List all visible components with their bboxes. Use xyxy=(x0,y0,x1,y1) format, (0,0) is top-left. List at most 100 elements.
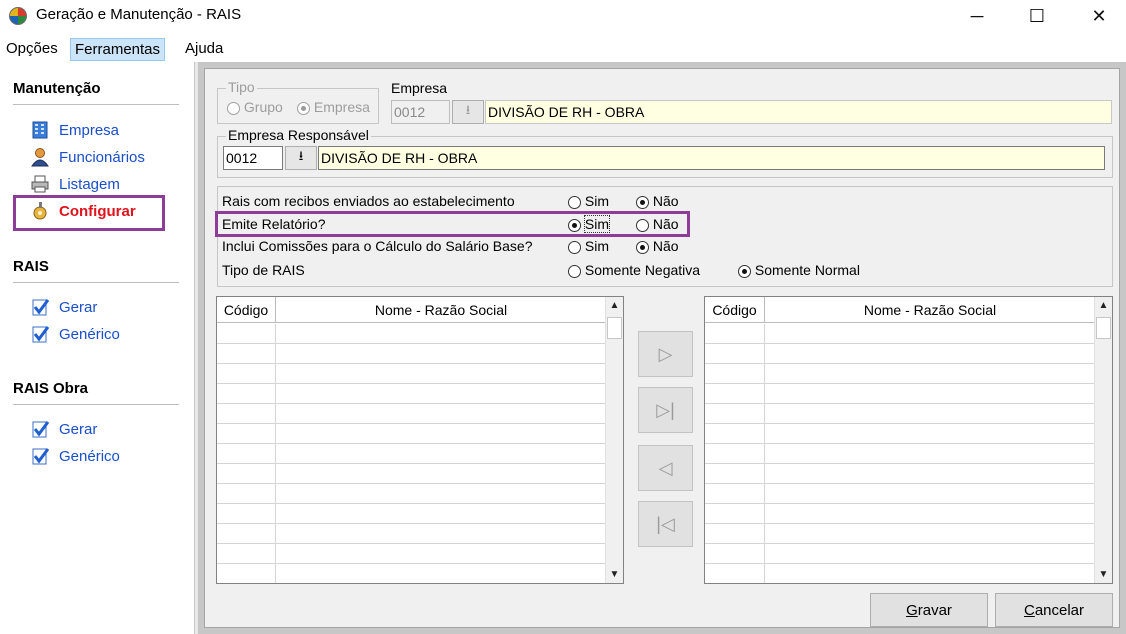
radio-label: Somente Normal xyxy=(754,262,860,278)
sidebar-item-obra-gerar[interactable]: Gerar xyxy=(30,418,97,440)
radio-label: Sim xyxy=(584,238,610,254)
table-row[interactable] xyxy=(705,524,1095,544)
table-row[interactable] xyxy=(705,464,1095,484)
radio[interactable] xyxy=(738,264,751,278)
minimize-button[interactable]: ─ xyxy=(954,0,1000,32)
table-row[interactable] xyxy=(705,504,1095,524)
option-comissoes-sim[interactable]: Sim xyxy=(568,238,609,254)
table-row[interactable] xyxy=(217,524,606,544)
table-cell xyxy=(217,544,276,564)
close-button[interactable]: ✕ xyxy=(1076,0,1122,32)
radio[interactable] xyxy=(568,195,581,209)
column-header-nome[interactable]: Nome - Razão Social xyxy=(765,297,1095,323)
radio-empresa[interactable] xyxy=(297,101,310,115)
table-row[interactable] xyxy=(705,544,1095,564)
table-row[interactable] xyxy=(705,564,1095,583)
radio[interactable] xyxy=(636,240,649,254)
option-recibos-sim[interactable]: Sim xyxy=(568,193,609,209)
column-header-codigo[interactable]: Código xyxy=(217,297,276,323)
menu-opcoes[interactable]: Opções xyxy=(2,38,62,61)
table-row[interactable] xyxy=(217,384,606,404)
column-header-codigo[interactable]: Código xyxy=(705,297,765,323)
tipo-empresa-option[interactable]: Empresa xyxy=(297,99,370,115)
table-cell xyxy=(217,564,276,583)
option-recibos-nao[interactable]: Não xyxy=(636,193,679,209)
table-cell xyxy=(765,464,1095,484)
table-row[interactable] xyxy=(705,424,1095,444)
empresa-code-field[interactable]: 0012 xyxy=(391,100,450,124)
table-row[interactable] xyxy=(217,564,606,583)
save-label: ravar xyxy=(917,601,952,619)
table-row[interactable] xyxy=(217,424,606,444)
table-row[interactable] xyxy=(217,464,606,484)
sidebar-item-rais-generico[interactable]: Genérico xyxy=(30,323,120,345)
table-row[interactable] xyxy=(705,364,1095,384)
table-row[interactable] xyxy=(217,344,606,364)
radio[interactable] xyxy=(568,240,581,254)
table-row[interactable] xyxy=(705,484,1095,504)
vertical-scrollbar[interactable]: ▲ ▼ xyxy=(1094,297,1112,583)
sidebar-item-rais-gerar[interactable]: Gerar xyxy=(30,296,97,318)
cancel-label: ancelar xyxy=(1034,601,1085,619)
building-icon xyxy=(30,120,50,140)
responsavel-code-field[interactable]: 0012 xyxy=(223,146,283,170)
scroll-down-icon[interactable]: ▼ xyxy=(1095,566,1112,583)
save-button[interactable]: Gravar xyxy=(870,593,988,627)
responsavel-lookup-button[interactable]: ⭳ xyxy=(285,146,317,170)
scroll-down-icon[interactable]: ▼ xyxy=(606,566,623,583)
table-cell xyxy=(705,424,765,444)
table-cell xyxy=(276,564,606,583)
radio[interactable] xyxy=(568,264,581,278)
tipo-grupo-option[interactable]: Grupo xyxy=(227,99,283,115)
table-row[interactable] xyxy=(705,324,1095,344)
radio[interactable] xyxy=(636,195,649,209)
empresa-lookup-button[interactable]: ⭳ xyxy=(452,100,484,124)
table-row[interactable] xyxy=(217,444,606,464)
column-header-nome[interactable]: Nome - Razão Social xyxy=(276,297,606,323)
option-label: Tipo de RAIS xyxy=(222,262,305,278)
move-all-right-button[interactable]: ▷| xyxy=(638,387,693,433)
responsavel-name-field[interactable]: DIVISÃO DE RH - OBRA xyxy=(318,146,1105,170)
table-row[interactable] xyxy=(217,324,606,344)
move-all-left-button[interactable]: |◁ xyxy=(638,501,693,547)
table-cell xyxy=(276,324,606,344)
table-row[interactable] xyxy=(705,344,1095,364)
printer-icon xyxy=(30,174,50,194)
scroll-thumb[interactable] xyxy=(607,317,622,339)
maximize-button[interactable]: ☐ xyxy=(1014,0,1060,32)
move-right-button[interactable]: ▷ xyxy=(638,331,693,377)
table-cell xyxy=(217,484,276,504)
sidebar-item-funcionarios[interactable]: Funcionários xyxy=(30,146,145,168)
available-companies-grid[interactable]: Código Nome - Razão Social ▲ ▼ xyxy=(216,296,624,584)
radio-grupo[interactable] xyxy=(227,101,240,115)
selected-companies-grid[interactable]: Código Nome - Razão Social ▲ ▼ xyxy=(704,296,1113,584)
option-tipo-negativa[interactable]: Somente Negativa xyxy=(568,262,700,278)
table-row[interactable] xyxy=(705,444,1095,464)
table-row[interactable] xyxy=(217,364,606,384)
vertical-scrollbar[interactable]: ▲ ▼ xyxy=(605,297,623,583)
scroll-up-icon[interactable]: ▲ xyxy=(606,297,623,314)
sidebar-item-empresa[interactable]: Empresa xyxy=(30,119,119,141)
option-tipo-normal[interactable]: Somente Normal xyxy=(738,262,860,278)
menu-ajuda[interactable]: Ajuda xyxy=(181,38,227,61)
table-row[interactable] xyxy=(705,404,1095,424)
table-cell xyxy=(217,384,276,404)
table-row[interactable] xyxy=(217,504,606,524)
sidebar-item-obra-generico[interactable]: Genérico xyxy=(30,445,120,467)
scroll-thumb[interactable] xyxy=(1096,317,1111,339)
sidebar-item-listagem[interactable]: Listagem xyxy=(30,173,120,195)
move-left-button[interactable]: ◁ xyxy=(638,445,693,491)
cancel-button[interactable]: Cancelar xyxy=(995,593,1113,627)
table-row[interactable] xyxy=(217,544,606,564)
table-row[interactable] xyxy=(217,404,606,424)
menu-bar: Opções Ferramentas Ajuda xyxy=(0,38,1126,62)
scroll-up-icon[interactable]: ▲ xyxy=(1095,297,1112,314)
option-comissoes-nao[interactable]: Não xyxy=(636,238,679,254)
option-label: Rais com recibos enviados ao estabelecim… xyxy=(222,193,515,209)
sidebar-item-label: Empresa xyxy=(59,121,120,139)
table-row[interactable] xyxy=(705,384,1095,404)
empresa-name-field[interactable]: DIVISÃO DE RH - OBRA xyxy=(485,100,1112,124)
menu-ferramentas[interactable]: Ferramentas xyxy=(70,38,166,61)
table-cell xyxy=(276,384,606,404)
table-row[interactable] xyxy=(217,484,606,504)
